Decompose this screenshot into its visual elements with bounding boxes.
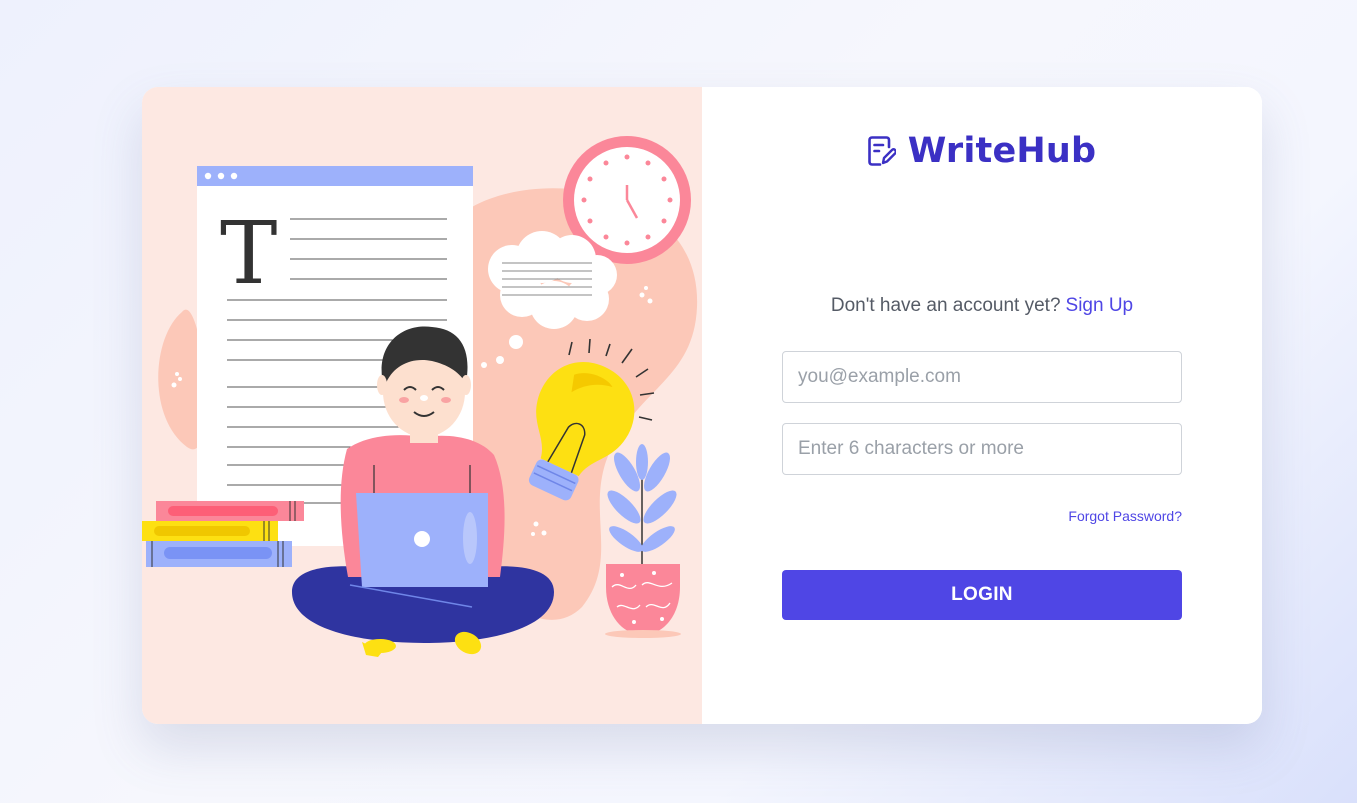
forgot-password-link[interactable]: Forgot Password?	[1068, 508, 1182, 524]
brand-logo[interactable]: WriteHub	[702, 131, 1262, 171]
login-card: T WriteHub Don't have an account yet? Si…	[142, 87, 1262, 724]
signup-prompt-text: Don't have an account yet?	[830, 295, 1061, 316]
writing-illustration: T	[142, 136, 698, 657]
login-form-panel: WriteHub Don't have an account yet? Sign …	[702, 87, 1262, 724]
login-button[interactable]: LOGIN	[782, 570, 1182, 620]
password-field[interactable]	[782, 423, 1182, 475]
signup-prompt: Don't have an account yet? Sign Up	[702, 295, 1262, 317]
illustration-panel: T	[142, 87, 702, 724]
pencil-document-icon	[867, 136, 896, 166]
email-field[interactable]	[782, 351, 1182, 403]
brand-name: WriteHub	[907, 131, 1097, 171]
document-letter: T	[220, 204, 277, 304]
potted-plant	[605, 444, 681, 638]
signup-link[interactable]: Sign Up	[1066, 295, 1134, 316]
